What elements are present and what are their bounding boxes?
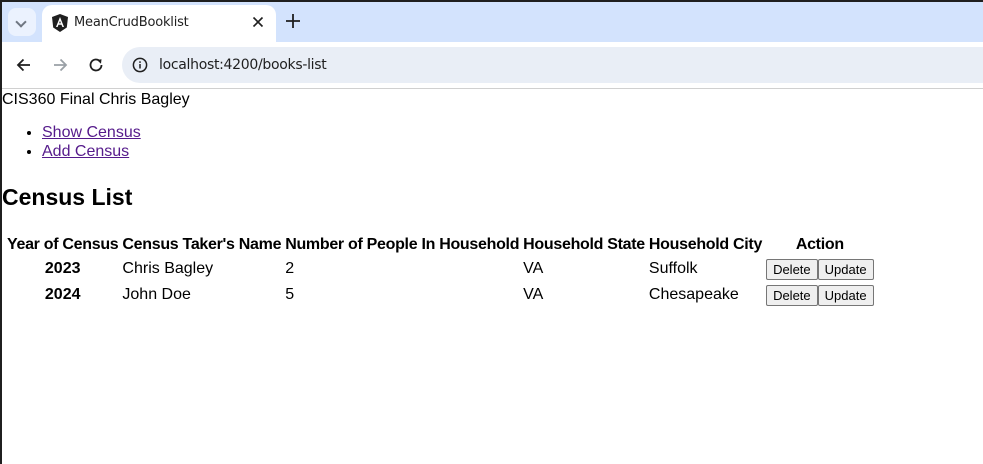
action-cell: Delete Update bbox=[765, 257, 875, 281]
column-header-year: Year of Census bbox=[7, 236, 119, 253]
state-cell: VA bbox=[523, 260, 544, 277]
city-cell: Suffolk bbox=[648, 260, 698, 277]
window-frame-top bbox=[0, 0, 983, 2]
update-button[interactable]: Update bbox=[817, 258, 874, 280]
tab-title: MeanCrudBooklist bbox=[74, 15, 189, 30]
new-tab-plus-icon[interactable] bbox=[284, 12, 302, 30]
address-bar[interactable]: localhost:4200/books-list bbox=[122, 47, 983, 83]
reload-icon[interactable] bbox=[86, 55, 106, 75]
forward-arrow-icon[interactable] bbox=[50, 55, 70, 75]
table-header-row: Year of Census Census Taker's Name Numbe… bbox=[6, 235, 875, 255]
tab-strip: MeanCrudBooklist bbox=[0, 0, 983, 42]
site-info-icon[interactable] bbox=[132, 57, 148, 73]
tab-search-button[interactable] bbox=[8, 8, 36, 36]
nav-item: Show Census bbox=[42, 123, 141, 142]
people-cell: 5 bbox=[285, 286, 295, 303]
nav-list: Show Census Add Census bbox=[2, 123, 141, 161]
city-cell: Chesapeake bbox=[648, 286, 739, 303]
name-cell: John Doe bbox=[122, 286, 191, 303]
angular-logo-icon bbox=[52, 14, 68, 32]
chevron-down-icon bbox=[15, 16, 27, 28]
window-frame-left bbox=[0, 0, 2, 464]
table-row: 2024 John Doe 5 VA Chesapeake Delete Upda… bbox=[6, 283, 875, 307]
show-census-link[interactable]: Show Census bbox=[42, 124, 141, 141]
add-census-link[interactable]: Add Census bbox=[42, 143, 129, 160]
update-button[interactable]: Update bbox=[817, 284, 874, 306]
year-cell: 2024 bbox=[44, 286, 81, 303]
delete-button[interactable]: Delete bbox=[766, 284, 818, 306]
url-text: localhost:4200/books-list bbox=[159, 57, 327, 73]
column-header-state: Household State bbox=[523, 236, 645, 253]
page-heading: Census List bbox=[2, 184, 133, 210]
browser-toolbar: localhost:4200/books-list bbox=[0, 42, 983, 89]
column-header-city: Household City bbox=[648, 236, 763, 253]
nav-item: Add Census bbox=[42, 142, 141, 161]
name-cell: Chris Bagley bbox=[122, 260, 214, 277]
year-cell: 2023 bbox=[44, 260, 81, 277]
table-row: 2023 Chris Bagley 2 VA Suffolk Delete Upd… bbox=[6, 257, 875, 281]
page-content: CIS360 Final Chris Bagley Show Census Ad… bbox=[2, 89, 983, 464]
people-cell: 2 bbox=[285, 260, 295, 277]
close-icon[interactable] bbox=[250, 14, 266, 30]
column-header-action: Action bbox=[795, 236, 844, 253]
app-title: CIS360 Final Chris Bagley bbox=[2, 91, 190, 108]
column-header-name: Census Taker's Name bbox=[122, 236, 282, 253]
back-arrow-icon[interactable] bbox=[14, 55, 34, 75]
delete-button[interactable]: Delete bbox=[766, 258, 818, 280]
browser-tab[interactable]: MeanCrudBooklist bbox=[42, 5, 276, 42]
action-cell: Delete Update bbox=[765, 283, 875, 307]
census-table: Year of Census Census Taker's Name Numbe… bbox=[4, 233, 877, 309]
column-header-people: Number of People In Household bbox=[285, 236, 520, 253]
state-cell: VA bbox=[523, 286, 544, 303]
